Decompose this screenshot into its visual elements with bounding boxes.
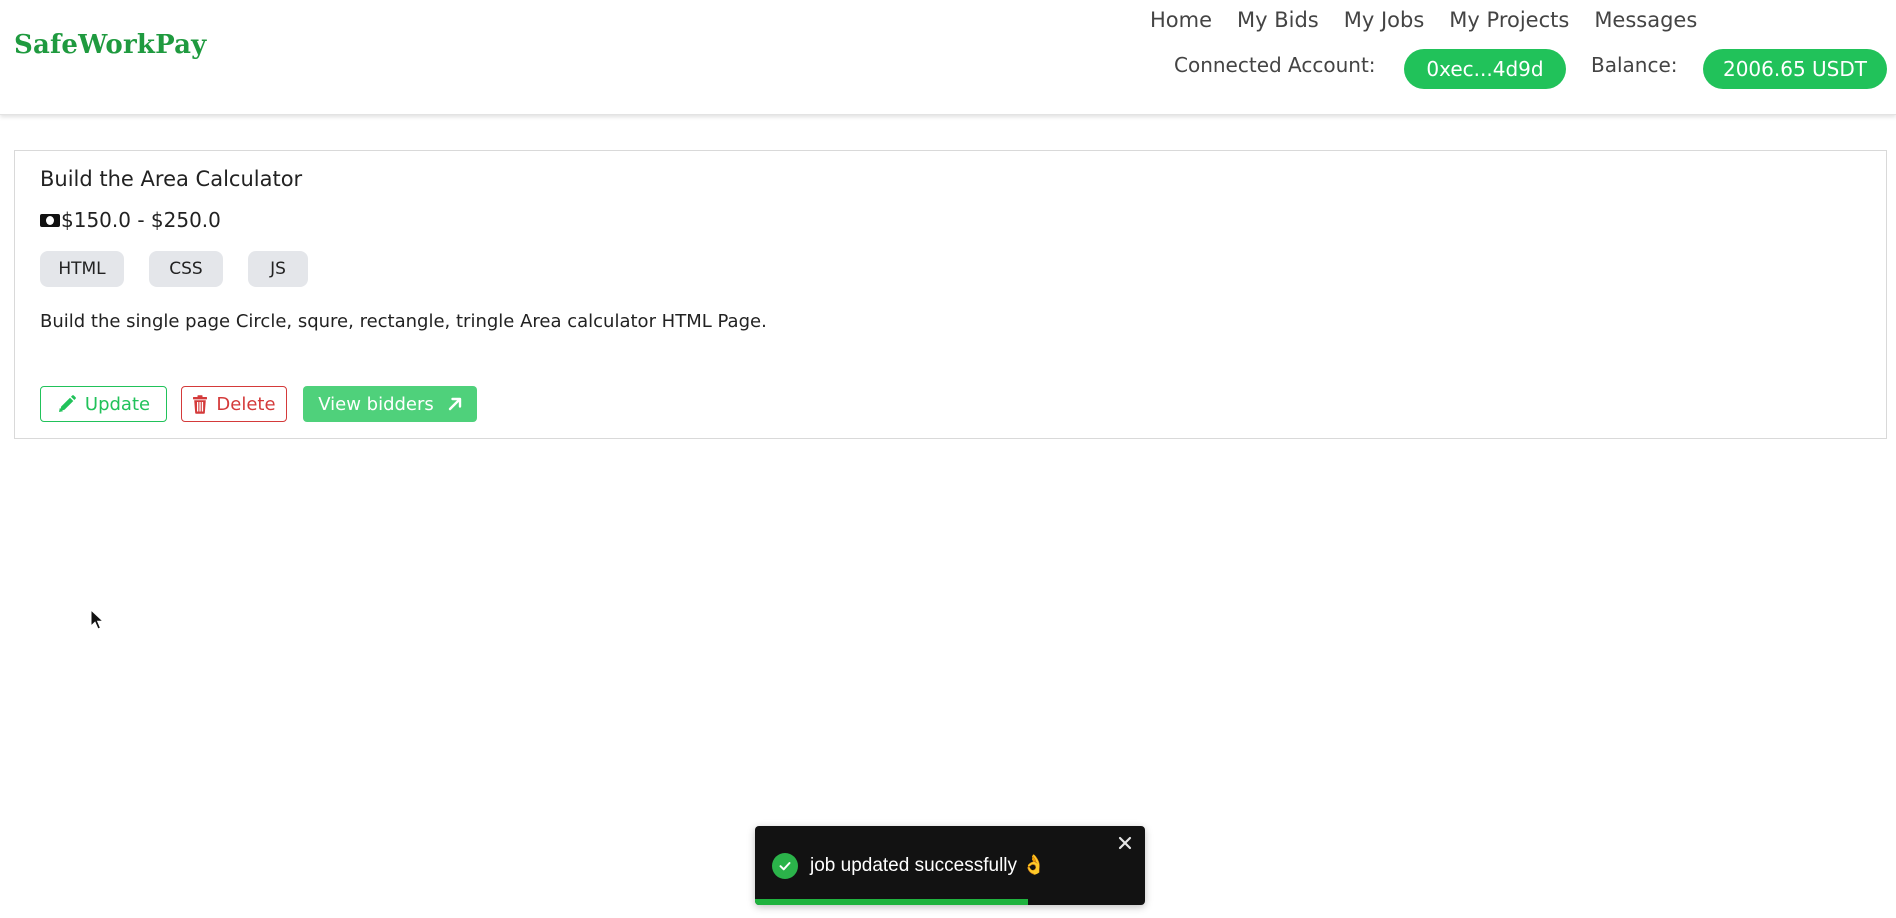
connected-account-label: Connected Account: bbox=[1174, 53, 1376, 77]
update-label: Update bbox=[84, 393, 151, 415]
toast-message: job updated successfully 👌 bbox=[810, 855, 1046, 876]
nav-my-bids[interactable]: My Bids bbox=[1237, 6, 1319, 34]
job-card: Build the Area Calculator $150.0 - $250.… bbox=[14, 150, 1887, 439]
job-description: Build the single page Circle, squre, rec… bbox=[40, 311, 767, 332]
money-icon bbox=[40, 213, 60, 227]
toast-notification: job updated successfully 👌 bbox=[755, 826, 1145, 905]
cursor-icon bbox=[90, 608, 106, 635]
top-navbar: SafeWorkPay Home My Bids My Jobs My Proj… bbox=[0, 0, 1896, 115]
check-circle-icon bbox=[772, 853, 798, 879]
skill-tag: JS bbox=[248, 251, 308, 287]
toast-progress bbox=[755, 899, 1145, 905]
view-bidders-label: View bidders bbox=[318, 393, 434, 415]
budget-range: $150.0 - $250.0 bbox=[61, 208, 221, 232]
trash-icon bbox=[192, 394, 208, 414]
view-bidders-button[interactable]: View bidders bbox=[303, 386, 477, 422]
arrow-up-right-icon bbox=[448, 397, 462, 411]
update-button[interactable]: Update bbox=[40, 386, 167, 422]
balance-label: Balance: bbox=[1591, 53, 1678, 77]
balance-badge[interactable]: 2006.65 USDT bbox=[1703, 49, 1887, 89]
close-icon[interactable] bbox=[1116, 834, 1134, 852]
site-logo[interactable]: SafeWorkPay bbox=[14, 30, 207, 60]
nav-my-projects[interactable]: My Projects bbox=[1449, 6, 1569, 34]
job-title: Build the Area Calculator bbox=[40, 167, 303, 191]
nav-messages[interactable]: Messages bbox=[1594, 6, 1697, 34]
nav-my-jobs[interactable]: My Jobs bbox=[1344, 6, 1425, 34]
skill-tag: HTML bbox=[40, 251, 124, 287]
delete-button[interactable]: Delete bbox=[181, 386, 287, 422]
nav-home[interactable]: Home bbox=[1150, 6, 1212, 34]
account-address-badge[interactable]: 0xec...4d9d bbox=[1404, 49, 1566, 89]
toast-progress-fill bbox=[755, 899, 1028, 905]
main-nav: Home My Bids My Jobs My Projects Message… bbox=[1150, 6, 1722, 34]
job-budget: $150.0 - $250.0 bbox=[40, 208, 221, 232]
delete-label: Delete bbox=[216, 393, 276, 415]
pencil-icon bbox=[57, 394, 77, 414]
skill-tag: CSS bbox=[149, 251, 223, 287]
